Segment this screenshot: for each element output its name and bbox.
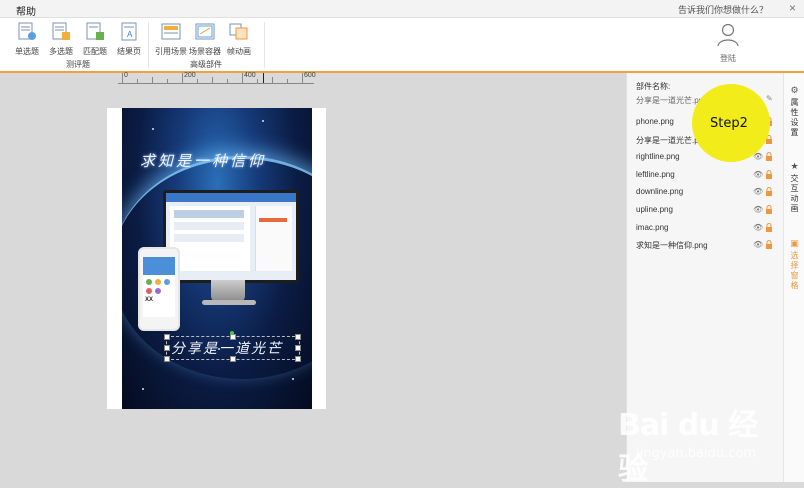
layers-icon: ▣ <box>790 238 799 248</box>
ruler-label: 600 <box>304 72 316 79</box>
feedback-search[interactable]: 告诉我们你想做什么？ <box>678 3 768 16</box>
imac-stand <box>211 280 245 302</box>
edit-icon[interactable]: ✎ <box>766 94 773 103</box>
eye-icon[interactable]: 👁 <box>753 170 763 179</box>
group-advanced: 引用场景 场景容器 帧动画 高级部件 <box>152 18 262 71</box>
lock-icon[interactable] <box>765 152 773 161</box>
scene-container-button[interactable]: 场景容器 <box>188 22 222 57</box>
layer-item[interactable]: 求知是一种信仰.png 👁 <box>636 239 778 253</box>
ribbon-toolbar: 单选题 多选题 匹配题 A 结果页 测评题 引用场景 场景容器 帧动画 高级部件 <box>0 18 804 73</box>
ruler-label: 400 <box>244 72 256 79</box>
frame-animation-button[interactable]: 帧动画 <box>222 22 256 57</box>
ruler-position-marker <box>263 73 264 83</box>
gear-icon: ⚙ <box>790 85 799 95</box>
selected-subtitle-image[interactable]: 分享是一道光芒 <box>164 334 301 362</box>
step-label: Step2 <box>710 116 748 131</box>
ruler-label: 0 <box>124 72 128 79</box>
layer-item[interactable]: upline.png 👁 <box>636 204 778 218</box>
group-quiz: 单选题 多选题 匹配题 A 结果页 测评题 <box>6 18 146 71</box>
eye-icon[interactable]: 👁 <box>753 205 763 214</box>
multi-choice-button[interactable]: 多选题 <box>44 22 78 57</box>
resize-handle[interactable] <box>164 356 170 362</box>
rotate-handle[interactable] <box>230 331 234 335</box>
resize-handle[interactable] <box>230 356 236 362</box>
match-question-button[interactable]: 匹配题 <box>78 22 112 57</box>
subtitle-art-text: 分享是一道光芒 <box>171 341 283 357</box>
menu-help[interactable]: 帮助 <box>16 3 36 18</box>
result-page-button[interactable]: A 结果页 <box>112 22 146 57</box>
group-divider <box>264 22 265 68</box>
group-label-quiz: 测评题 <box>66 60 90 69</box>
phone-logo: XX <box>145 297 154 303</box>
design-canvas[interactable]: 求知是一种信仰 XX 分享是一道光芒 <box>122 108 312 409</box>
star-icon: ★ <box>790 161 799 171</box>
ruler-label: 200 <box>184 72 196 79</box>
eye-icon[interactable]: 👁 <box>753 187 763 196</box>
component-name-label: 部件名称: <box>636 82 671 91</box>
resize-handle[interactable] <box>295 356 301 362</box>
title-art-text[interactable]: 求知是一种信仰 <box>140 150 266 171</box>
group-label-advanced: 高级部件 <box>190 60 222 69</box>
lock-icon[interactable] <box>765 205 773 214</box>
resize-handle[interactable] <box>164 345 170 351</box>
watermark-url: jingyan.baidu.com <box>636 446 756 461</box>
group-divider <box>148 22 149 68</box>
single-choice-icon <box>18 22 36 40</box>
layer-item[interactable]: leftline.png 👁 <box>636 169 778 183</box>
horizontal-ruler: 0 200 400 600 <box>118 72 316 84</box>
right-tab-bar: ⚙ 属性设置 ★ 交互动画 ▣ 选择窗格 <box>783 73 804 482</box>
svg-text:A: A <box>127 30 133 39</box>
frame-animation-icon <box>229 23 248 40</box>
resize-handle[interactable] <box>295 345 301 351</box>
lock-icon[interactable] <box>765 170 773 179</box>
baidu-watermark: Bai du 经验 jingyan.baidu.com <box>618 392 778 487</box>
layer-item[interactable]: imac.png 👁 <box>636 222 778 236</box>
reference-scene-button[interactable]: 引用场景 <box>154 22 188 57</box>
eye-icon[interactable]: 👁 <box>753 240 763 249</box>
lock-icon[interactable] <box>765 187 773 196</box>
result-page-icon: A <box>121 22 137 41</box>
watermark-logo: Bai du 经验 <box>618 408 758 487</box>
phone-image[interactable]: XX <box>138 247 180 331</box>
imac-image[interactable] <box>163 190 299 283</box>
user-icon <box>717 23 739 47</box>
tab-interaction-animation[interactable]: ★ 交互动画 <box>784 161 804 214</box>
close-icon[interactable]: × <box>789 1 796 15</box>
layer-item[interactable]: downline.png 👁 <box>636 186 778 200</box>
single-choice-button[interactable]: 单选题 <box>10 22 44 57</box>
login-button[interactable]: 登陆 <box>712 23 744 64</box>
resize-handle[interactable] <box>164 334 170 340</box>
reference-scene-icon <box>161 23 181 40</box>
imac-stand-base <box>202 300 256 305</box>
tab-selection-pane[interactable]: ▣ 选择窗格 <box>784 238 804 291</box>
eye-icon[interactable]: 👁 <box>753 223 763 232</box>
lock-icon[interactable] <box>765 240 773 249</box>
multi-choice-icon <box>52 22 70 40</box>
lock-icon[interactable] <box>765 223 773 232</box>
menu-bar: 帮助 告诉我们你想做什么？ × <box>0 0 804 18</box>
resize-handle[interactable] <box>295 334 301 340</box>
match-question-icon <box>86 22 104 40</box>
tab-properties[interactable]: ⚙ 属性设置 <box>784 85 804 138</box>
scene-container-icon <box>195 23 215 40</box>
